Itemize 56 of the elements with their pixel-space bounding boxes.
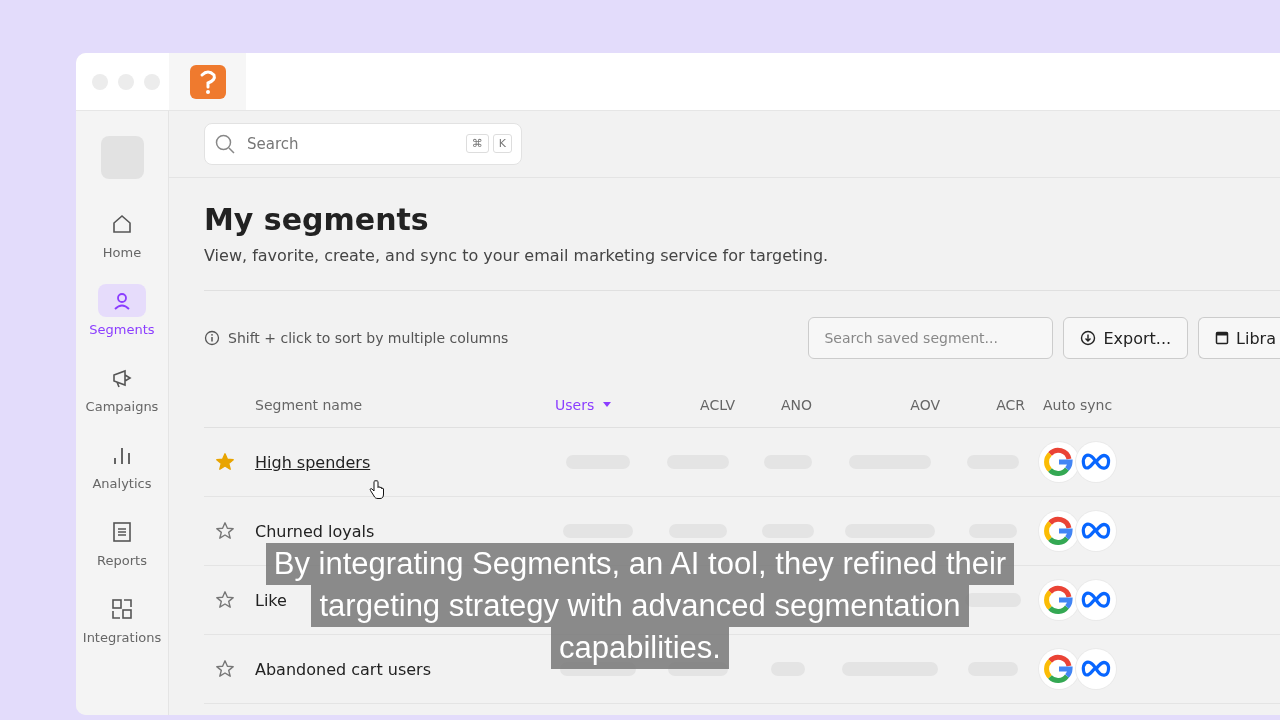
column-header[interactable]: ACR bbox=[996, 396, 1035, 413]
app-tab[interactable] bbox=[169, 53, 246, 110]
sort-hint: Shift + click to sort by multiple columns bbox=[228, 330, 509, 346]
sync-badge[interactable] bbox=[1076, 511, 1116, 551]
integrations-icon bbox=[111, 597, 133, 620]
library-icon bbox=[1215, 331, 1230, 345]
sidebar-item[interactable]: Home bbox=[98, 207, 146, 284]
sync-badge[interactable] bbox=[1076, 442, 1116, 482]
column-header[interactable]: AOV bbox=[910, 396, 950, 413]
star-icon[interactable] bbox=[214, 659, 235, 679]
segment-name[interactable]: Abandoned cart users bbox=[255, 659, 431, 679]
column-header[interactable]: ANO bbox=[745, 396, 813, 413]
hand-cursor-icon bbox=[369, 480, 385, 500]
download-icon bbox=[1080, 330, 1097, 346]
star-icon[interactable] bbox=[214, 521, 235, 541]
app-logo-icon bbox=[189, 64, 226, 99]
star-icon[interactable] bbox=[214, 590, 235, 610]
search-icon bbox=[214, 133, 236, 155]
column-header[interactable]: Auto sync bbox=[1035, 396, 1113, 413]
export-button[interactable]: Export... bbox=[1063, 317, 1189, 359]
page-title: My segments bbox=[204, 201, 430, 239]
column-header[interactable]: Segment name bbox=[245, 396, 363, 413]
sync-badge[interactable] bbox=[1039, 442, 1079, 482]
star-icon[interactable] bbox=[214, 452, 235, 472]
g-logo-icon bbox=[1042, 583, 1076, 617]
shortcut-key: K bbox=[492, 134, 512, 153]
sync-badge[interactable] bbox=[1039, 511, 1079, 551]
library-button[interactable]: Libra bbox=[1198, 317, 1280, 359]
segment-name[interactable]: High spenders bbox=[255, 452, 371, 472]
sidebar-item[interactable]: Reports bbox=[97, 515, 147, 592]
sidebar-item[interactable]: Integrations bbox=[82, 592, 162, 669]
shortcut-key: ⌘ bbox=[465, 134, 489, 153]
document-icon bbox=[111, 520, 133, 543]
sync-badge[interactable] bbox=[1039, 649, 1079, 689]
page-subtitle: View, favorite, create, and sync to your email marketing service for targeting. bbox=[204, 246, 830, 265]
sort-caret-icon bbox=[602, 401, 613, 408]
sidebar-item[interactable]: Segments bbox=[89, 284, 155, 361]
g-logo-icon bbox=[1042, 514, 1076, 548]
g-logo-icon bbox=[1042, 652, 1076, 686]
sync-badge[interactable] bbox=[1076, 580, 1116, 620]
sync-badge[interactable] bbox=[1076, 649, 1116, 689]
infinity-logo-icon bbox=[1080, 452, 1112, 472]
infinity-logo-icon bbox=[1080, 659, 1112, 679]
home-icon bbox=[111, 212, 133, 235]
infinity-logo-icon bbox=[1080, 590, 1112, 610]
sidebar-item[interactable]: Analytics bbox=[92, 438, 152, 515]
column-header[interactable]: ACLV bbox=[700, 396, 745, 413]
sidebar-item[interactable]: Campaigns bbox=[85, 361, 159, 438]
g-logo-icon bbox=[1042, 445, 1076, 479]
info-icon bbox=[204, 330, 220, 346]
segment-name[interactable]: Like bbox=[255, 590, 287, 610]
sync-badge[interactable] bbox=[1039, 580, 1079, 620]
segment-name[interactable]: Churned loyals bbox=[255, 521, 375, 541]
infinity-logo-icon bbox=[1080, 521, 1112, 541]
segment-search-field[interactable]: Search saved segment... bbox=[808, 317, 1054, 359]
column-header[interactable]: Users bbox=[545, 396, 613, 413]
